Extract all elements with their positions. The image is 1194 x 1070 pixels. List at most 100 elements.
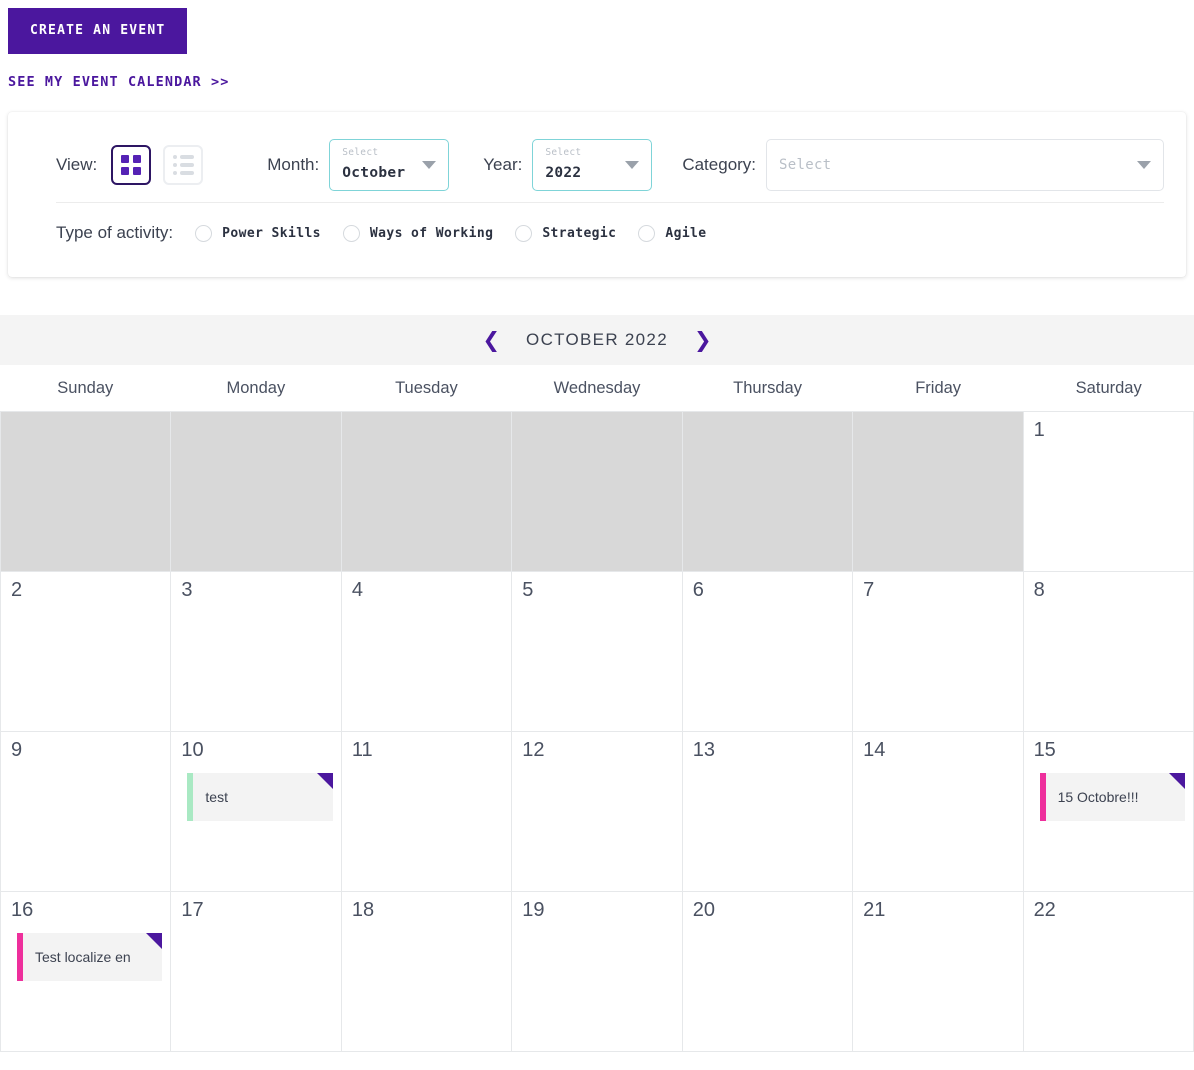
month-field: Month: Select October — [267, 139, 450, 191]
day-number: 15 — [1033, 739, 1056, 761]
activity-radio-1[interactable]: Ways of Working — [342, 224, 494, 242]
calendar-cell-day[interactable]: 5 — [512, 572, 683, 732]
day-number: 1 — [1033, 419, 1045, 441]
calendar-cell-day[interactable]: 19 — [512, 892, 683, 1052]
calendar-cell-day[interactable]: 3 — [171, 572, 342, 732]
activity-radio-2[interactable]: Strategic — [515, 224, 617, 242]
year-select[interactable]: Select 2022 — [532, 139, 653, 191]
calendar-cell-day[interactable]: 16 Test localize en — [1, 892, 172, 1052]
create-an-event-button[interactable]: CREATE AN EVENT — [8, 8, 188, 54]
event-color-bar — [187, 773, 194, 821]
event-corner-flag-icon — [316, 773, 333, 789]
day-number: 17 — [181, 899, 204, 921]
event-title: test — [205, 789, 228, 805]
day-number: 10 — [181, 739, 204, 761]
grid-view-icon — [121, 155, 142, 175]
weekday-label: Sunday — [57, 378, 114, 397]
next-month-button[interactable]: ❯ — [690, 330, 716, 351]
category-placeholder: Select — [779, 157, 832, 173]
event-color-bar — [17, 933, 23, 981]
calendar-cell-day[interactable]: 11 — [341, 732, 513, 892]
day-number: 7 — [863, 579, 875, 601]
event-color-bar — [1039, 773, 1046, 821]
list-view-icon — [172, 155, 194, 175]
day-number: 20 — [692, 899, 715, 921]
month-label: Month: — [267, 155, 320, 174]
day-number: 14 — [863, 739, 886, 761]
calendar-cell-empty — [512, 412, 683, 572]
see-my-event-calendar-link[interactable]: SEE MY EVENT CALENDAR >> — [8, 74, 1194, 90]
calendar-cell-day[interactable]: 18 — [341, 892, 513, 1052]
activity-radio-3[interactable]: Agile — [638, 224, 707, 242]
calendar-cell-day[interactable]: 7 — [853, 572, 1024, 732]
calendar-cell-day[interactable]: 17 — [171, 892, 342, 1052]
calendar-cell-empty — [341, 412, 513, 572]
calendar-cell-day[interactable]: 13 — [682, 732, 854, 892]
activity-radio-label: Ways of Working — [369, 225, 494, 241]
calendar-cell-day[interactable]: 12 — [512, 732, 683, 892]
calendar-cell-day[interactable]: 1 — [1023, 412, 1194, 572]
month-select[interactable]: Select October — [329, 139, 450, 191]
calendar-weekday-header: Sunday Monday Tuesday Wednesday Thursday Frid… — [0, 365, 1194, 411]
calendar-cell-day[interactable]: 14 — [853, 732, 1024, 892]
calendar-cell-day[interactable]: 9 — [1, 732, 172, 892]
year-selected-value: 2022 — [545, 165, 582, 181]
event-corner-flag-icon — [1169, 773, 1185, 789]
calendar-cell-day[interactable]: 21 — [853, 892, 1024, 1052]
activity-radio-label: Agile — [665, 225, 707, 241]
calendar-header: ❮ OCTOBER 2022 ❯ — [0, 315, 1194, 365]
filter-panel: View: Month: Select October Year: Select… — [8, 112, 1186, 277]
calendar-cell-empty — [171, 412, 342, 572]
calendar-cell-day[interactable]: 20 — [682, 892, 854, 1052]
calendar-cell-day[interactable]: 8 — [1023, 572, 1194, 732]
calendar-cell-day[interactable]: 2 — [1, 572, 172, 732]
calendar-cell-day[interactable]: 15 15 Octobre!!! — [1023, 732, 1194, 892]
calendar-grid: 1 2 3 4 5 6 7 8 9 10 test 11 12 13 14 15 15 Octobre!!! 16… — [0, 411, 1194, 1052]
weekday-label: Monday — [226, 378, 286, 397]
calendar-title: OCTOBER 2022 — [526, 330, 668, 349]
day-number: 2 — [11, 579, 23, 601]
day-number: 16 — [11, 899, 34, 921]
month-floating-label: Select — [342, 147, 379, 158]
category-select[interactable]: Select — [766, 139, 1165, 191]
weekday-label: Wednesday — [553, 378, 641, 397]
day-number: 9 — [11, 739, 23, 761]
calendar-event[interactable]: test — [187, 773, 333, 821]
event-title: 15 Octobre!!! — [1057, 789, 1139, 805]
view-label: View: — [56, 155, 98, 174]
calendar-cell-day[interactable]: 10 test — [171, 732, 342, 892]
calendar-cell-day[interactable]: 22 — [1023, 892, 1194, 1052]
activity-radio-group: Power Skills Ways of Working Strategic Agil… — [173, 224, 707, 242]
calendar-event[interactable]: Test localize en — [17, 933, 163, 981]
month-selected-value: October — [342, 165, 406, 181]
weekday-label: Saturday — [1075, 378, 1142, 397]
radio-circle-icon — [515, 224, 533, 242]
filter-row-primary: View: Month: Select October Year: Select… — [56, 134, 1165, 196]
weekday-label: Friday — [915, 378, 962, 397]
activity-radio-label: Strategic — [542, 225, 617, 241]
calendar-cell-empty — [682, 412, 854, 572]
list-view-toggle[interactable] — [163, 145, 204, 185]
top-actions: CREATE AN EVENT SEE MY EVENT CALENDAR >> — [0, 0, 1194, 90]
day-number: 12 — [522, 739, 545, 761]
calendar: ❮ OCTOBER 2022 ❯ Sunday Monday Tuesday Wedn… — [0, 315, 1194, 1052]
chevron-down-icon — [625, 161, 640, 169]
activity-radio-0[interactable]: Power Skills — [195, 224, 321, 242]
calendar-cell-day[interactable]: 4 — [341, 572, 513, 732]
radio-circle-icon — [638, 224, 656, 242]
day-number: 4 — [351, 579, 363, 601]
event-title: Test localize en — [35, 949, 131, 965]
day-number: 8 — [1033, 579, 1045, 601]
day-number: 13 — [692, 739, 715, 761]
calendar-cell-empty — [853, 412, 1024, 572]
view-toggle-group — [111, 145, 204, 185]
grid-view-toggle[interactable] — [111, 145, 152, 185]
calendar-event[interactable]: 15 Octobre!!! — [1039, 773, 1185, 821]
year-label: Year: — [483, 155, 523, 174]
day-number: 19 — [522, 899, 545, 921]
previous-month-button[interactable]: ❮ — [478, 330, 504, 351]
calendar-cell-day[interactable]: 6 — [682, 572, 854, 732]
day-number: 18 — [351, 899, 375, 921]
day-number: 11 — [351, 739, 373, 761]
chevron-down-icon — [422, 161, 437, 169]
